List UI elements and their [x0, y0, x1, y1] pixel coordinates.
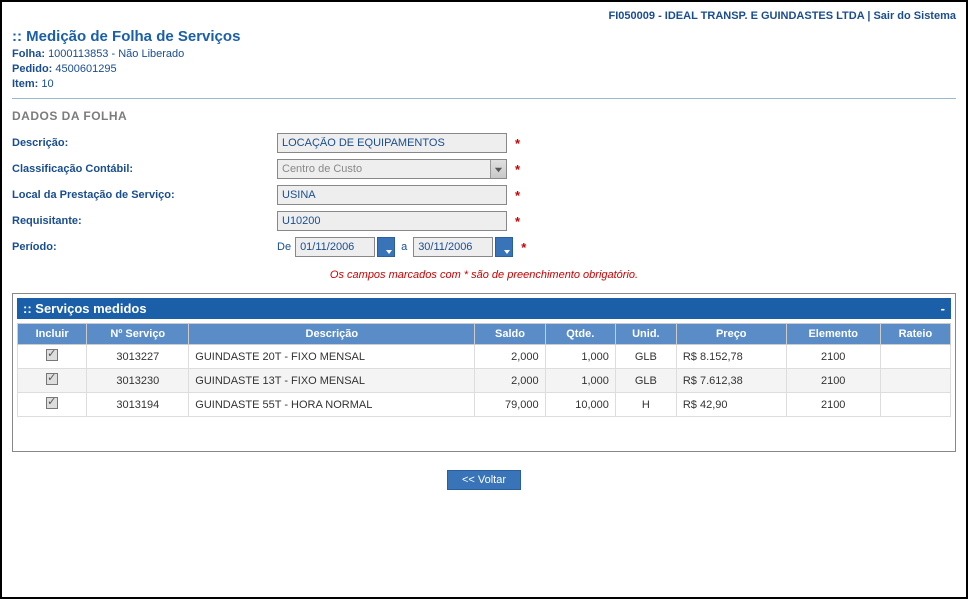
table-title-bar: :: Serviços medidos -	[17, 298, 951, 319]
pedido-value: 4500601295	[55, 63, 116, 75]
table-title: Serviços medidos	[35, 301, 146, 316]
required-note: Os campos marcados com * são de preenchi…	[12, 269, 956, 281]
requisitante-label: Requisitante:	[12, 215, 277, 227]
top-bar: FI050009 - IDEAL TRANSP. E GUINDASTES LT…	[12, 8, 956, 24]
item-label: Item:	[12, 78, 38, 90]
requisitante-input[interactable]	[277, 211, 507, 231]
cell-qtde: 10,000	[545, 393, 615, 417]
required-star: *	[515, 136, 520, 151]
cell-saldo: 79,000	[475, 393, 545, 417]
col-rateio: Rateio	[880, 324, 950, 345]
cell-elemento: 2100	[786, 345, 880, 369]
folha-status: - Não Liberado	[112, 48, 185, 60]
cell-preco: R$ 42,90	[676, 393, 786, 417]
incluir-checkbox[interactable]	[46, 397, 58, 409]
periodo-de-input[interactable]	[295, 237, 375, 257]
classif-value: Centro de Custo	[282, 163, 362, 175]
cell-rateio	[880, 369, 950, 393]
required-star: *	[515, 214, 520, 229]
cell-desc: GUINDASTE 13T - FIXO MENSAL	[189, 369, 475, 393]
periodo-label: Período:	[12, 241, 277, 253]
col-num-servico: Nº Serviço	[87, 324, 189, 345]
required-star: *	[521, 240, 526, 255]
cell-qtde: 1,000	[545, 369, 615, 393]
table-row: 3013230GUINDASTE 13T - FIXO MENSAL2,0001…	[18, 369, 951, 393]
col-qtde: Qtde.	[545, 324, 615, 345]
folha-value: 1000113853	[48, 48, 108, 60]
col-preco: Preço	[676, 324, 786, 345]
cell-desc: GUINDASTE 20T - FIXO MENSAL	[189, 345, 475, 369]
periodo-a-input[interactable]	[413, 237, 493, 257]
classif-label: Classificação Contábil:	[12, 163, 277, 175]
cell-unid: GLB	[615, 369, 676, 393]
cell-saldo: 2,000	[475, 369, 545, 393]
item-value: 10	[41, 78, 53, 90]
col-descricao: Descrição	[189, 324, 475, 345]
local-label: Local da Prestação de Serviço:	[12, 189, 277, 201]
divider	[12, 98, 956, 99]
cell-unid: GLB	[615, 345, 676, 369]
table-row: 3013194GUINDASTE 55T - HORA NORMAL79,000…	[18, 393, 951, 417]
periodo-de-label: De	[277, 241, 291, 253]
cell-qtde: 1,000	[545, 345, 615, 369]
incluir-checkbox[interactable]	[46, 373, 58, 385]
col-saldo: Saldo	[475, 324, 545, 345]
section-heading: DADOS DA FOLHA	[12, 109, 956, 123]
cell-preco: R$ 8.152,78	[676, 345, 786, 369]
calendar-icon[interactable]	[377, 237, 395, 257]
pedido-label: Pedido:	[12, 63, 52, 75]
descricao-input[interactable]	[277, 133, 507, 153]
dropdown-icon[interactable]	[490, 160, 506, 178]
required-star: *	[515, 188, 520, 203]
classif-select[interactable]: Centro de Custo	[277, 159, 507, 179]
company-code: FI050009	[609, 10, 655, 22]
cell-unid: H	[615, 393, 676, 417]
cell-saldo: 2,000	[475, 345, 545, 369]
local-input[interactable]	[277, 185, 507, 205]
cell-desc: GUINDASTE 55T - HORA NORMAL	[189, 393, 475, 417]
summary-block: Folha: 1000113853 - Não Liberado Pedido:…	[12, 47, 956, 92]
cell-num: 3013227	[87, 345, 189, 369]
collapse-icon[interactable]: -	[941, 301, 945, 316]
cell-rateio	[880, 345, 950, 369]
incluir-checkbox[interactable]	[46, 349, 58, 361]
folha-label: Folha:	[12, 48, 45, 60]
services-table: Incluir Nº Serviço Descrição Saldo Qtde.…	[17, 323, 951, 417]
required-star: *	[515, 162, 520, 177]
logout-link[interactable]: Sair do Sistema	[873, 10, 956, 22]
cell-num: 3013194	[87, 393, 189, 417]
cell-preco: R$ 7.612,38	[676, 369, 786, 393]
calendar-icon[interactable]	[495, 237, 513, 257]
periodo-a-label: a	[401, 241, 407, 253]
services-table-panel: :: Serviços medidos - Incluir Nº Serviço…	[12, 293, 956, 452]
descricao-label: Descrição:	[12, 137, 277, 149]
table-row: 3013227GUINDASTE 20T - FIXO MENSAL2,0001…	[18, 345, 951, 369]
col-incluir: Incluir	[18, 324, 87, 345]
cell-num: 3013230	[87, 369, 189, 393]
col-unid: Unid.	[615, 324, 676, 345]
page-title: :: Medição de Folha de Serviços	[12, 28, 956, 45]
cell-elemento: 2100	[786, 393, 880, 417]
cell-elemento: 2100	[786, 369, 880, 393]
cell-rateio	[880, 393, 950, 417]
col-elemento: Elemento	[786, 324, 880, 345]
voltar-button[interactable]: << Voltar	[447, 470, 521, 490]
company-name: IDEAL TRANSP. E GUINDASTES LTDA	[665, 10, 864, 22]
